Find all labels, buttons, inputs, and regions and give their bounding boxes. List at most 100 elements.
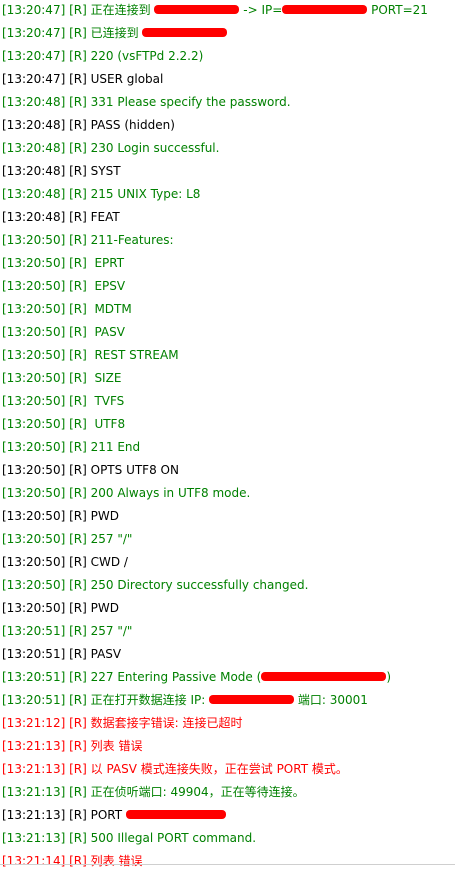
log-timestamp: [13:20:48] [2, 118, 66, 132]
log-source-tag: [R] [69, 578, 87, 592]
log-line: [13:20:50] [R] CWD / [2, 552, 452, 575]
log-line: [13:20:51] [R] 正在打开数据连接 IP: 端口: 30001 [2, 690, 452, 713]
ftp-log-panel[interactable]: [13:20:47] [R] 正在连接到 -> IP= PORT=21 [13:2… [2, 0, 452, 874]
log-message: 227 Entering Passive Mode ( [90, 670, 262, 684]
log-source-tag: [R] [69, 808, 87, 822]
log-source-tag: [R] [69, 233, 87, 247]
log-source-tag: [R] [69, 762, 87, 776]
log-line: [13:20:50] [R] 211 End [2, 437, 452, 460]
log-message: 500 Illegal PORT command. [90, 831, 257, 845]
log-line: [13:20:47] [R] USER global [2, 69, 452, 92]
log-message: 257 "/" [90, 532, 133, 546]
log-source-tag: [R] [69, 187, 87, 201]
log-bottom-divider [0, 864, 455, 865]
log-source-tag: [R] [69, 417, 87, 431]
log-message: 230 Login successful. [90, 141, 220, 155]
log-timestamp: [13:20:50] [2, 233, 66, 247]
log-line: [13:20:50] [R] PASV [2, 322, 452, 345]
log-source-tag: [R] [69, 831, 87, 845]
log-message-continued: 端口: 30001 [294, 693, 368, 707]
log-message: 331 Please specify the password. [90, 95, 291, 109]
log-timestamp: [13:21:13] [2, 831, 66, 845]
log-message-tail: PORT=21 [367, 3, 428, 17]
log-timestamp: [13:20:51] [2, 624, 66, 638]
log-timestamp: [13:20:47] [2, 49, 66, 63]
log-source-tag: [R] [69, 348, 87, 362]
log-timestamp: [13:20:50] [2, 394, 66, 408]
redaction-mark [282, 5, 368, 14]
log-source-tag: [R] [69, 394, 87, 408]
log-timestamp: [13:21:14] [2, 854, 66, 868]
log-timestamp: [13:20:50] [2, 555, 66, 569]
log-line: [13:20:50] [R] UTF8 [2, 414, 452, 437]
log-timestamp: [13:21:13] [2, 739, 66, 753]
log-source-tag: [R] [69, 555, 87, 569]
log-line: [13:20:50] [R] TVFS [2, 391, 452, 414]
log-line: [13:20:50] [R] 250 Directory successfull… [2, 575, 452, 598]
log-timestamp: [13:20:50] [2, 348, 66, 362]
log-timestamp: [13:20:50] [2, 440, 66, 454]
log-source-tag: [R] [69, 785, 87, 799]
log-message-continued: -> IP= [239, 3, 283, 17]
log-line: [13:20:48] [R] 230 Login successful. [2, 138, 452, 161]
log-line: [13:21:13] [R] PORT [2, 805, 452, 828]
log-timestamp: [13:20:50] [2, 601, 66, 615]
log-line: [13:21:14] [R] 列表 错误 [2, 851, 452, 874]
redaction-mark [209, 695, 295, 704]
log-timestamp: [13:20:50] [2, 371, 66, 385]
log-message: USER global [90, 72, 164, 86]
log-message: 正在侦听端口: 49904，正在等待连接。 [90, 785, 305, 799]
log-timestamp: [13:20:50] [2, 532, 66, 546]
log-timestamp: [13:20:50] [2, 256, 66, 270]
log-timestamp: [13:20:51] [2, 670, 66, 684]
log-source-tag: [R] [69, 325, 87, 339]
log-timestamp: [13:21:13] [2, 785, 66, 799]
log-timestamp: [13:21:13] [2, 808, 66, 822]
log-message: OPTS UTF8 ON [90, 463, 179, 477]
log-source-tag: [R] [69, 854, 87, 868]
log-line: [13:20:48] [R] FEAT [2, 207, 452, 230]
log-source-tag: [R] [69, 670, 87, 684]
redaction-mark [261, 672, 387, 681]
log-source-tag: [R] [69, 693, 87, 707]
log-message: 250 Directory successfully changed. [90, 578, 309, 592]
log-source-tag: [R] [69, 509, 87, 523]
log-source-tag: [R] [69, 49, 87, 63]
log-source-tag: [R] [69, 739, 87, 753]
log-message-continued: ) [386, 670, 391, 684]
log-timestamp: [13:20:48] [2, 210, 66, 224]
log-source-tag: [R] [69, 95, 87, 109]
log-timestamp: [13:20:47] [2, 3, 66, 17]
redaction-mark [125, 810, 226, 819]
log-message: 200 Always in UTF8 mode. [90, 486, 251, 500]
log-message: 正在连接到 [90, 3, 155, 17]
log-source-tag: [R] [69, 440, 87, 454]
log-message: 列表 错误 [90, 854, 143, 868]
log-line: [13:20:50] [R] MDTM [2, 299, 452, 322]
log-message: EPSV [90, 279, 126, 293]
log-timestamp: [13:20:50] [2, 578, 66, 592]
log-message: PASS (hidden) [90, 118, 175, 132]
log-message: PASV [90, 325, 125, 339]
log-line: [13:20:50] [R] 211-Features: [2, 230, 452, 253]
log-source-tag: [R] [69, 72, 87, 86]
log-source-tag: [R] [69, 486, 87, 500]
log-timestamp: [13:21:13] [2, 762, 66, 776]
log-message: 211-Features: [90, 233, 174, 247]
log-line: [13:20:51] [R] 257 "/" [2, 621, 452, 644]
log-line: [13:20:50] [R] PWD [2, 506, 452, 529]
log-message: SIZE [90, 371, 122, 385]
log-line: [13:20:50] [R] EPRT [2, 253, 452, 276]
log-line: [13:20:48] [R] PASS (hidden) [2, 115, 452, 138]
log-message: TVFS [90, 394, 125, 408]
log-source-tag: [R] [69, 624, 87, 638]
log-line: [13:21:13] [R] 500 Illegal PORT command. [2, 828, 452, 851]
log-source-tag: [R] [69, 118, 87, 132]
log-source-tag: [R] [69, 302, 87, 316]
log-message: 列表 错误 [90, 739, 143, 753]
log-line: [13:20:48] [R] 215 UNIX Type: L8 [2, 184, 452, 207]
log-message: 220 (vsFTPd 2.2.2) [90, 49, 204, 63]
log-source-tag: [R] [69, 256, 87, 270]
log-line: [13:20:50] [R] SIZE [2, 368, 452, 391]
log-timestamp: [13:21:12] [2, 716, 66, 730]
